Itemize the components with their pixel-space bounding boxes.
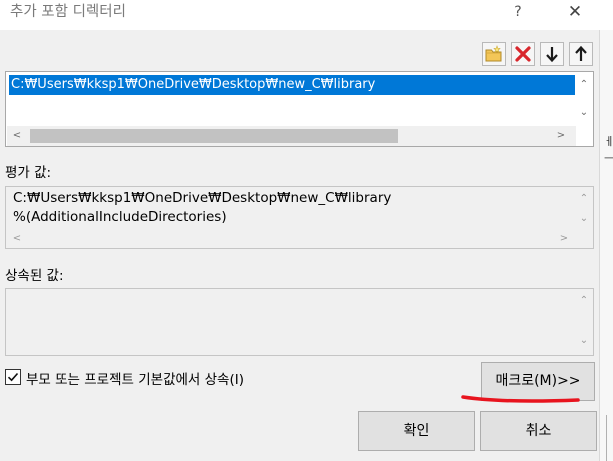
scroll-down-icon[interactable]: ⌄	[577, 335, 591, 347]
new-line-button[interactable]	[482, 42, 506, 66]
close-button[interactable]: ✕	[560, 1, 590, 25]
new-folder-icon	[485, 45, 502, 62]
background-window-edge	[599, 30, 613, 461]
evaluated-value-box[interactable]: C:₩Users₩kksp1₩OneDrive₩Desktop₩new_C₩li…	[5, 186, 594, 249]
delete-icon	[515, 46, 531, 62]
evaluated-line: C:₩Users₩kksp1₩OneDrive₩Desktop₩new_C₩li…	[13, 190, 392, 206]
inherit-checkbox[interactable]	[5, 369, 21, 385]
horizontal-scroll-thumb[interactable]	[30, 129, 398, 143]
ok-button[interactable]: 확인	[358, 411, 475, 451]
scroll-left-icon[interactable]: <	[10, 130, 24, 142]
help-button[interactable]: ?	[507, 2, 529, 22]
list-item[interactable]: C:₩Users₩kksp1₩OneDrive₩Desktop₩new_C₩li…	[9, 75, 575, 95]
scroll-up-icon[interactable]: ⌃	[577, 295, 591, 307]
move-up-button[interactable]	[569, 42, 593, 66]
delete-line-button[interactable]	[511, 42, 535, 66]
scroll-left-icon[interactable]: <	[10, 233, 24, 245]
evaluated-value-label: 평가 값:	[5, 165, 52, 181]
background-divider	[606, 415, 607, 461]
inherited-value-box[interactable]: ⌃ ⌄	[5, 288, 594, 356]
inherited-value-label: 상속된 값:	[5, 268, 64, 284]
close-icon: ✕	[567, 2, 583, 22]
inherit-checkbox-label[interactable]: 부모 또는 프로젝트 기본값에서 상속(I)	[26, 368, 244, 388]
move-down-icon	[546, 47, 558, 63]
annotation-underline	[461, 395, 580, 403]
scroll-up-icon[interactable]: ⌃	[577, 79, 591, 91]
checkmark-icon	[7, 372, 19, 382]
scroll-up-icon[interactable]: ⌃	[577, 193, 591, 205]
evaluated-line: %(AdditionalIncludeDirectories)	[13, 209, 227, 225]
directory-list[interactable]: C:₩Users₩kksp1₩OneDrive₩Desktop₩new_C₩li…	[5, 71, 594, 147]
scroll-right-icon[interactable]: >	[557, 233, 571, 245]
cancel-button[interactable]: 취소	[480, 411, 597, 451]
move-down-button[interactable]	[540, 42, 564, 66]
background-text: ㅡ	[604, 152, 613, 165]
background-text: ㅔ	[604, 135, 613, 148]
scroll-down-icon[interactable]: ⌄	[577, 107, 591, 119]
dialog-title: 추가 포함 디렉터리	[10, 4, 126, 20]
scroll-down-icon[interactable]: ⌄	[577, 213, 591, 225]
vertical-scrollbar[interactable]: ⌃ ⌄	[574, 73, 593, 127]
scroll-right-icon[interactable]: >	[554, 130, 568, 142]
move-up-icon	[575, 45, 587, 61]
